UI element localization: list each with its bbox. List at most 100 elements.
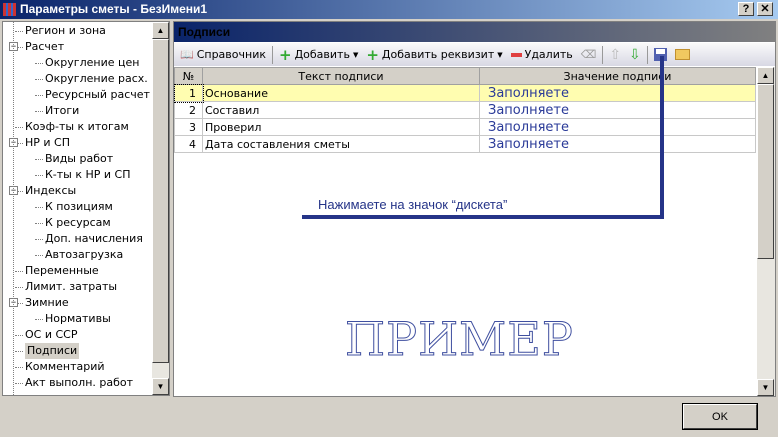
cell-txt[interactable]: Проверил xyxy=(202,118,480,136)
move-up-button[interactable]: ⇧ xyxy=(607,45,623,65)
settings-tree: ▲ ▼ Регион и зона Расчет − Округление цен Ок… xyxy=(2,21,170,396)
tree-item[interactable]: Доп. начисления xyxy=(45,231,143,247)
eraser-button[interactable]: ⌫ xyxy=(579,45,599,65)
help-button[interactable]: ? xyxy=(738,2,754,16)
cell-txt[interactable]: Составил xyxy=(202,101,480,119)
table-row[interactable]: 4 Дата составления сметы Заполняете xyxy=(174,135,756,153)
cell-val[interactable]: Заполняете xyxy=(479,135,756,153)
cell-num[interactable]: 1 xyxy=(173,83,204,103)
tree-item[interactable]: Округление цен xyxy=(45,55,139,71)
cell-txt[interactable]: Основание xyxy=(202,84,480,102)
tree-item[interactable]: Индексы xyxy=(25,183,76,199)
tree-item[interactable]: Переменные xyxy=(25,263,99,279)
tree-connector xyxy=(15,31,23,32)
column-header-number[interactable]: № xyxy=(174,67,203,85)
tree-item[interactable]: Регион и зона xyxy=(25,23,106,39)
column-header-text[interactable]: Текст подписи xyxy=(202,67,480,85)
tree-item[interactable]: Зимние xyxy=(25,295,69,311)
dropdown-arrow-icon: ▼ xyxy=(497,50,503,59)
scroll-thumb[interactable] xyxy=(757,84,774,259)
annotation-line xyxy=(660,56,664,218)
tree-connector xyxy=(35,255,43,256)
tree-connector xyxy=(35,175,43,176)
scroll-thumb[interactable] xyxy=(152,39,169,363)
plus-icon: + xyxy=(279,45,292,64)
tree-item[interactable]: Подписи xyxy=(25,343,80,359)
add-button[interactable]: + Добавить ▼ xyxy=(277,45,360,65)
ok-button[interactable]: OK xyxy=(683,404,757,429)
panel-title: Подписи xyxy=(174,22,775,42)
tree-connector xyxy=(35,79,43,80)
tree-connector xyxy=(35,111,43,112)
arrow-up-icon: ⇧ xyxy=(609,46,622,63)
tree-connector xyxy=(35,207,43,208)
tree-connector xyxy=(35,63,43,64)
tree-item[interactable]: Акт выполн. работ xyxy=(25,375,133,391)
toolbar: 📖 Справочник + Добавить ▼ + Добавить реквизи… xyxy=(174,43,775,66)
cell-txt[interactable]: Дата составления сметы xyxy=(202,135,480,153)
title-bar: Параметры сметы - БезИмени1 ? ✕ xyxy=(0,0,778,19)
tree-item[interactable]: К ресурсам xyxy=(45,215,111,231)
cell-val[interactable]: Заполняете xyxy=(479,84,756,102)
tree-item[interactable]: Итоги xyxy=(45,103,79,119)
window-title: Параметры сметы - БезИмени1 xyxy=(20,2,208,16)
dropdown-arrow-icon: ▼ xyxy=(352,50,359,59)
tree-item[interactable]: Лимит. затраты xyxy=(25,279,117,295)
annotation-line xyxy=(302,215,664,219)
table-row[interactable]: 3 Проверил Заполняете xyxy=(174,118,756,136)
tree-connector xyxy=(15,127,23,128)
scroll-down-icon[interactable]: ▼ xyxy=(152,378,169,395)
arrow-down-icon: ⇩ xyxy=(629,46,641,63)
tree-item[interactable]: Ресурсный расчет xyxy=(45,87,150,103)
tree-connector xyxy=(15,271,23,272)
tree-connector xyxy=(35,159,43,160)
delete-button[interactable]: Удалить xyxy=(509,45,575,65)
tree-scrollbar[interactable]: ▲ ▼ xyxy=(152,22,169,395)
tree-connector xyxy=(35,95,43,96)
separator xyxy=(646,45,648,64)
tree-item[interactable]: Автозагрузка xyxy=(45,247,123,263)
cell-num[interactable]: 4 xyxy=(174,135,203,153)
app-icon xyxy=(3,3,16,16)
table-row[interactable]: 1 Основание Заполняете xyxy=(173,83,756,103)
tree-item[interactable]: ОС и ССР xyxy=(25,327,77,343)
tree-connector xyxy=(13,22,14,395)
scroll-up-icon[interactable]: ▲ xyxy=(757,67,774,84)
cell-val[interactable]: Заполняете xyxy=(479,118,756,136)
book-icon: 📖 xyxy=(180,48,194,61)
folder-open-icon xyxy=(674,49,690,60)
tree-connector xyxy=(15,367,23,368)
cell-num[interactable]: 3 xyxy=(174,118,203,136)
table-row[interactable]: 2 Составил Заполняете xyxy=(174,101,756,119)
close-button[interactable]: ✕ xyxy=(757,2,773,16)
tree-connector xyxy=(15,351,23,352)
reference-button[interactable]: 📖 Справочник xyxy=(178,45,268,65)
watermark: ПРИМЕР xyxy=(345,312,574,367)
tree-item[interactable]: К-ты к НР и СП xyxy=(45,167,131,183)
tree-item[interactable]: Расчет xyxy=(25,39,64,55)
column-header-value[interactable]: Значение подписи xyxy=(479,67,756,85)
tree-connector xyxy=(15,335,23,336)
tree-item[interactable]: НР и СП xyxy=(25,135,70,151)
cell-num[interactable]: 2 xyxy=(174,101,203,119)
eraser-icon: ⌫ xyxy=(580,48,597,61)
open-button[interactable] xyxy=(673,45,692,65)
plus-icon: + xyxy=(366,45,379,64)
cell-val[interactable]: Заполняете xyxy=(479,101,756,119)
tree-connector xyxy=(35,239,43,240)
tree-connector xyxy=(15,383,23,384)
scroll-up-icon[interactable]: ▲ xyxy=(152,22,169,39)
tree-item[interactable]: Виды работ xyxy=(45,151,113,167)
minus-icon xyxy=(510,52,522,57)
move-down-button[interactable]: ⇩ xyxy=(627,45,643,65)
signatures-grid: № Текст подписи Значение подписи 1 Основа… xyxy=(173,67,756,153)
annotation-text: Нажимаете на значок “дискета” xyxy=(318,197,508,212)
add-attribute-button[interactable]: + Добавить реквизит ▼ xyxy=(364,45,504,65)
scroll-down-icon[interactable]: ▼ xyxy=(757,379,774,396)
tree-item[interactable]: Округление расх. xyxy=(45,71,148,87)
grid-scrollbar[interactable]: ▲ ▼ xyxy=(757,67,775,396)
tree-item[interactable]: К позициям xyxy=(45,199,113,215)
tree-item[interactable]: Нормативы xyxy=(45,311,111,327)
tree-item[interactable]: Коэф-ты к итогам xyxy=(25,119,129,135)
tree-item[interactable]: Комментарий xyxy=(25,359,105,375)
